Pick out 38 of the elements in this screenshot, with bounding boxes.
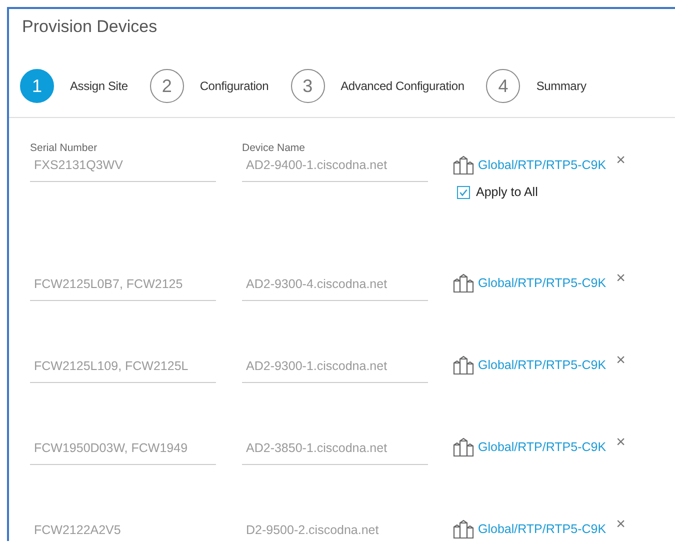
buildings-icon: [453, 437, 475, 457]
site-link[interactable]: Global/RTP/RTP5-C9K: [478, 440, 606, 454]
remove-button[interactable]: ×: [616, 270, 626, 288]
checkbox-label: Apply to All: [476, 185, 538, 199]
site-link[interactable]: Global/RTP/RTP5-C9K: [478, 158, 606, 172]
remove-button[interactable]: ×: [616, 352, 626, 370]
buildings-icon: [453, 155, 475, 175]
serial-number-field[interactable]: FXS2131Q3WV: [30, 158, 216, 182]
step-label[interactable]: Configuration: [200, 79, 269, 93]
step-number[interactable]: 1: [20, 69, 54, 103]
field-label: Device Name: [242, 142, 306, 154]
device-name-field[interactable]: AD2-9400-1.ciscodna.net: [242, 158, 428, 182]
serial-number-field[interactable]: FCW2125L0B7, FCW2125: [30, 277, 216, 301]
field-label: Serial Number: [30, 142, 98, 154]
step-label[interactable]: Advanced Configuration: [340, 79, 464, 93]
serial-number-field[interactable]: FCW1950D03W, FCW1949: [30, 441, 216, 465]
step-number[interactable]: 3: [290, 69, 325, 103]
checkbox[interactable]: [457, 186, 470, 198]
step-number[interactable]: 2: [150, 69, 184, 103]
site-link[interactable]: Global/RTP/RTP5-C9K: [478, 522, 606, 536]
buildings-icon: [453, 355, 475, 375]
device-name-field[interactable]: AD2-3850-1.ciscodna.net: [242, 441, 428, 465]
remove-button[interactable]: ×: [616, 152, 626, 170]
site-link[interactable]: Global/RTP/RTP5-C9K: [478, 358, 606, 372]
serial-number-field[interactable]: FCW2122A2V5: [30, 523, 216, 541]
remove-button[interactable]: ×: [616, 516, 626, 534]
page-title: Provision Devices: [21, 16, 158, 38]
remove-button[interactable]: ×: [616, 434, 626, 452]
buildings-icon: [453, 519, 475, 539]
device-name-field[interactable]: D2-9500-2.ciscodna.net: [242, 523, 428, 541]
buildings-icon: [453, 273, 475, 293]
step-label[interactable]: Assign Site: [70, 79, 128, 93]
device-name-field[interactable]: AD2-9300-1.ciscodna.net: [242, 359, 428, 383]
device-name-field[interactable]: AD2-9300-4.ciscodna.net: [242, 277, 428, 301]
step-number[interactable]: 4: [486, 69, 520, 103]
serial-number-field[interactable]: FCW2125L109, FCW2125L: [30, 359, 216, 383]
site-link[interactable]: Global/RTP/RTP5-C9K: [478, 276, 606, 290]
step-label[interactable]: Summary: [536, 79, 586, 93]
